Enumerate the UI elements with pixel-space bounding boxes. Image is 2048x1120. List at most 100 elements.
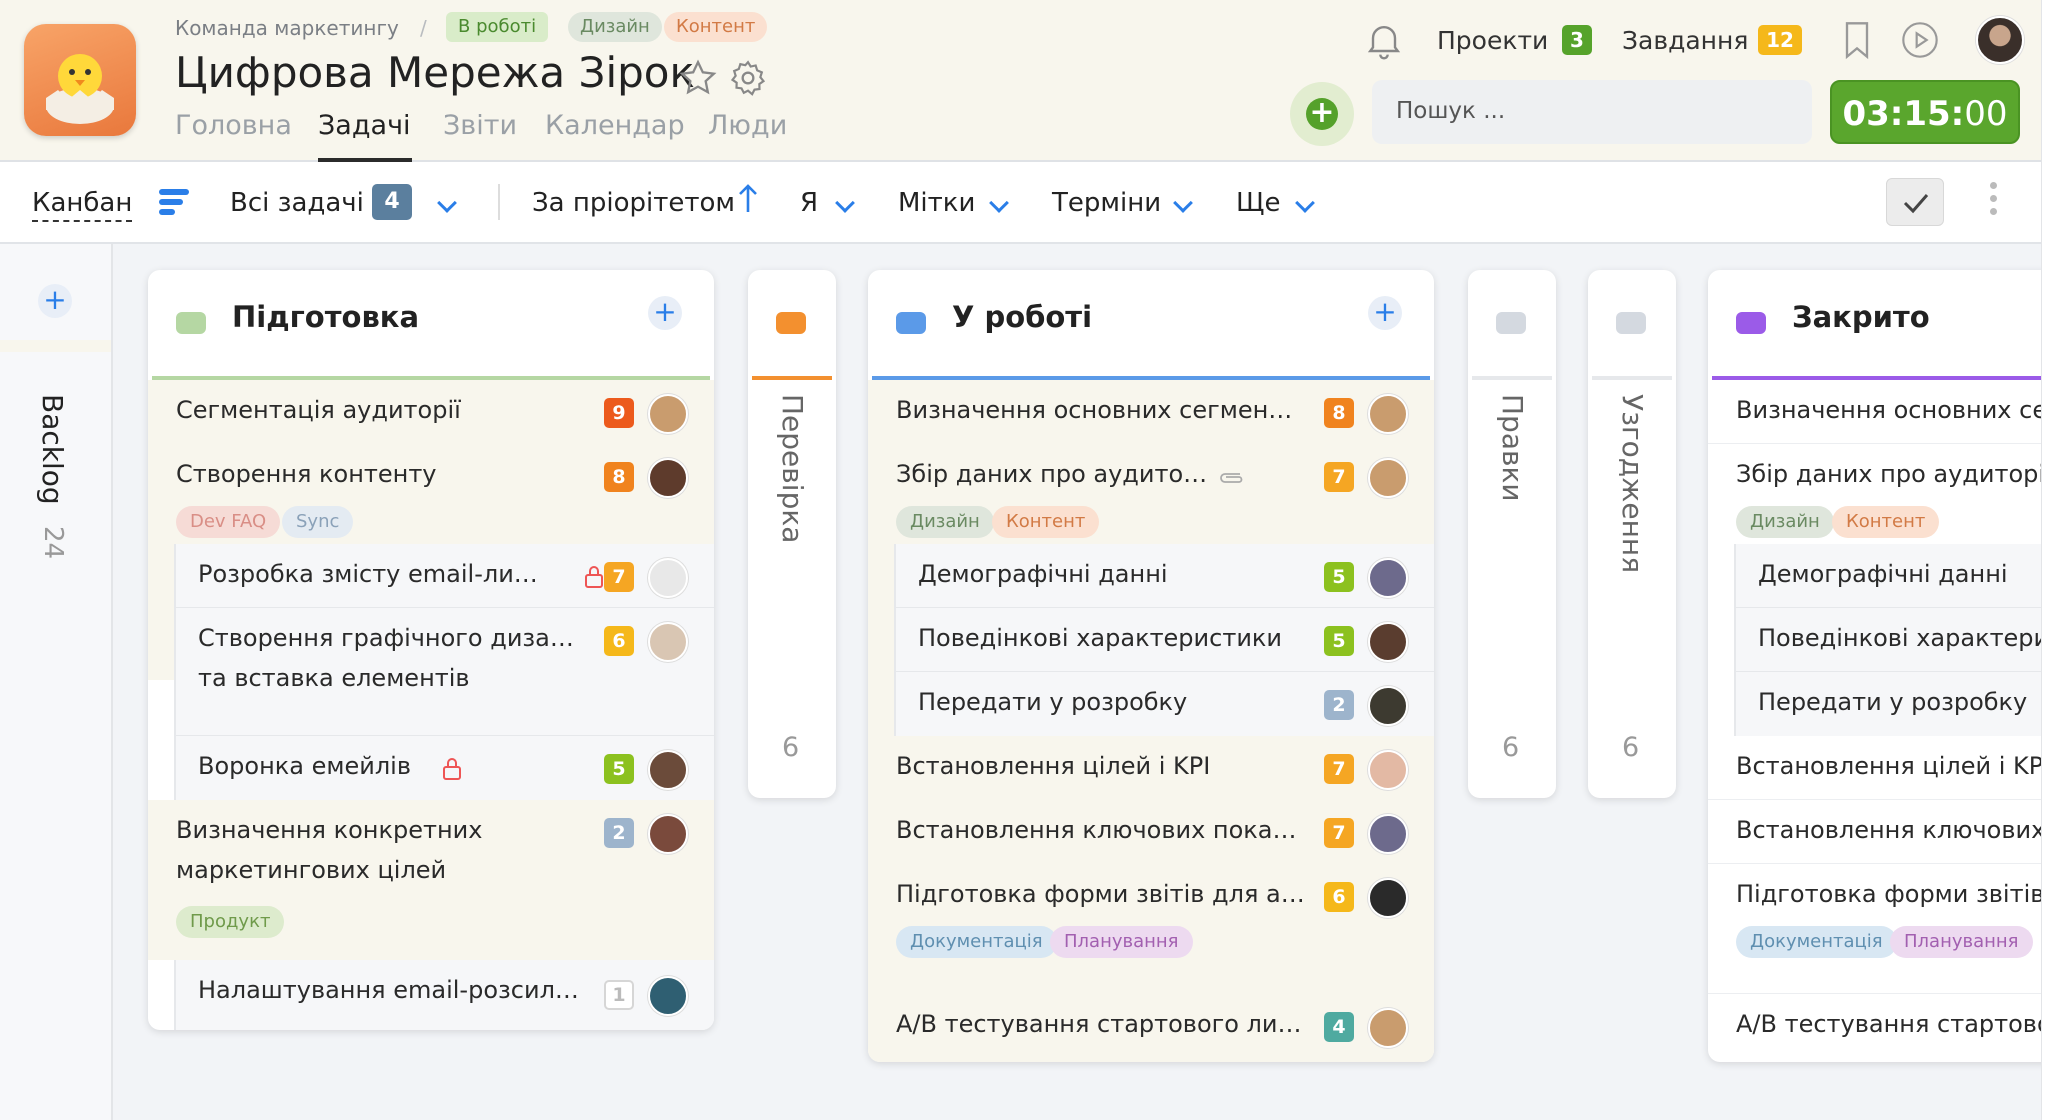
task-row[interactable]: Визначення основних сегм bbox=[1708, 380, 2041, 444]
add-backlog-button[interactable]: + bbox=[38, 284, 72, 318]
avatar[interactable] bbox=[648, 750, 688, 790]
timer[interactable]: 03:15:00 bbox=[1830, 80, 2020, 144]
avatar[interactable] bbox=[1368, 458, 1408, 498]
gear-icon[interactable] bbox=[728, 58, 768, 102]
subtask-row[interactable]: Налаштування email-розсилок... 1 bbox=[174, 960, 714, 1030]
task-row[interactable]: Встановлення ключових по bbox=[1708, 800, 2041, 864]
backlog-sidebar[interactable]: + Backlog 24 bbox=[0, 244, 113, 1120]
tag[interactable]: Планування bbox=[1890, 926, 2033, 958]
add-task-button[interactable]: + bbox=[648, 296, 682, 330]
task-row[interactable]: Створення контенту 8 Dev FAQ Sync bbox=[148, 444, 714, 554]
tag[interactable]: Продукт bbox=[176, 906, 285, 938]
tab-home[interactable]: Головна bbox=[175, 110, 292, 141]
more-vert-icon[interactable] bbox=[1990, 182, 1998, 215]
subtask-row[interactable]: Воронка емейлів 5 bbox=[174, 736, 714, 800]
tab-tasks[interactable]: Задачі bbox=[318, 110, 411, 141]
column-approval[interactable]: Узгодження 6 bbox=[1588, 270, 1676, 798]
avatar[interactable] bbox=[648, 458, 688, 498]
status-badge[interactable]: В роботі bbox=[446, 12, 549, 42]
task-row[interactable]: Визначення основних сегментів... 8 bbox=[868, 380, 1434, 444]
avatar[interactable] bbox=[648, 622, 688, 662]
search-input[interactable]: Пошук ... bbox=[1372, 80, 1812, 144]
subtask-row[interactable]: Передати у розробку bbox=[1734, 672, 2041, 736]
task-row[interactable]: Встановлення ключових показни... 7 bbox=[868, 800, 1434, 864]
subtask-row[interactable]: Поведінкові характерист bbox=[1734, 608, 2041, 672]
breadcrumb-team[interactable]: Команда маркетингу bbox=[175, 16, 399, 40]
filter-more[interactable]: Ще bbox=[1236, 188, 1280, 218]
task-row[interactable]: Підготовка форми звітів для анал... 6 До… bbox=[868, 864, 1434, 994]
filter-deadlines[interactable]: Терміни bbox=[1052, 188, 1161, 218]
subtask-row[interactable]: Розробка змісту email-листів 7 bbox=[174, 544, 714, 608]
avatar[interactable] bbox=[1368, 558, 1408, 598]
tag[interactable]: Документація bbox=[896, 926, 1057, 958]
star-icon[interactable] bbox=[678, 58, 718, 102]
play-icon[interactable] bbox=[1900, 20, 1940, 64]
projects-label[interactable]: Проекти bbox=[1437, 26, 1548, 55]
subtask-row[interactable]: Демографічні данні 5 bbox=[894, 544, 1434, 608]
task-row[interactable]: A/B тестування стартового bbox=[1708, 994, 2041, 1062]
priority-badge: 9 bbox=[604, 398, 634, 428]
avatar[interactable] bbox=[1368, 394, 1408, 434]
tag-content[interactable]: Контент bbox=[664, 12, 768, 42]
tab-reports[interactable]: Звіти bbox=[443, 110, 517, 141]
user-avatar[interactable] bbox=[1976, 16, 2024, 64]
column-review[interactable]: Перевірка 6 bbox=[748, 270, 836, 798]
chevron-down-icon[interactable] bbox=[437, 193, 457, 213]
task-row[interactable]: Збір даних про аудиторію Дизайн Контент bbox=[1708, 444, 2041, 554]
tag[interactable]: Дизайн bbox=[1736, 506, 1834, 538]
task-row[interactable]: Встановлення цілей і KPI 7 bbox=[868, 736, 1434, 800]
chevron-down-icon[interactable] bbox=[1295, 193, 1315, 213]
avatar[interactable] bbox=[1368, 878, 1408, 918]
bookmark-icon[interactable] bbox=[1840, 20, 1874, 64]
avatar[interactable] bbox=[1368, 1008, 1408, 1048]
avatar[interactable] bbox=[648, 394, 688, 434]
avatar[interactable] bbox=[648, 558, 688, 598]
filter-all-tasks[interactable]: Всі задачі bbox=[230, 188, 364, 218]
subtask-row[interactable]: Передати у розробку 2 bbox=[894, 672, 1434, 736]
tab-calendar[interactable]: Календар bbox=[545, 110, 685, 141]
avatar[interactable] bbox=[1368, 686, 1408, 726]
chevron-down-icon[interactable] bbox=[989, 193, 1009, 213]
avatar[interactable] bbox=[648, 976, 688, 1016]
filter-labels[interactable]: Мітки bbox=[898, 188, 975, 218]
tag[interactable]: Документація bbox=[1736, 926, 1897, 958]
add-button[interactable]: + bbox=[1290, 82, 1354, 146]
column-color bbox=[1736, 312, 1766, 334]
avatar[interactable] bbox=[1368, 622, 1408, 662]
avatar[interactable] bbox=[648, 814, 688, 854]
tab-people[interactable]: Люди bbox=[708, 110, 787, 141]
column-color bbox=[1616, 312, 1646, 334]
task-row[interactable]: A/B тестування стартового листа 4 bbox=[868, 994, 1434, 1062]
check-button[interactable] bbox=[1886, 178, 1944, 226]
tag[interactable]: Контент bbox=[1832, 506, 1940, 538]
column-edits[interactable]: Правки 6 bbox=[1468, 270, 1556, 798]
subtask-row[interactable]: Демографічні данні bbox=[1734, 544, 2041, 608]
avatar[interactable] bbox=[1368, 750, 1408, 790]
tag[interactable]: Дизайн bbox=[896, 506, 994, 538]
tag[interactable]: Dev FAQ bbox=[176, 506, 281, 538]
tag[interactable]: Sync bbox=[282, 506, 354, 538]
task-row[interactable]: Збір даних про аудиторію 7 Дизайн Контен… bbox=[868, 444, 1434, 554]
avatar[interactable] bbox=[1368, 814, 1408, 854]
filter-me[interactable]: Я bbox=[800, 188, 818, 218]
sort-priority[interactable]: За пріорітетом bbox=[532, 188, 735, 218]
task-row[interactable]: Визначення конкретних маркетингових ціле… bbox=[148, 800, 714, 960]
task-row[interactable]: Встановлення цілей і KPI bbox=[1708, 736, 2041, 800]
arrow-up-icon[interactable] bbox=[736, 182, 760, 220]
kanban-view-icon[interactable] bbox=[157, 186, 191, 224]
bell-icon[interactable] bbox=[1362, 18, 1406, 66]
chevron-down-icon[interactable] bbox=[1173, 193, 1193, 213]
view-switch-kanban[interactable]: Канбан bbox=[32, 188, 133, 222]
task-row[interactable]: Підготовка форми звітів дл Документація … bbox=[1708, 864, 2041, 994]
subtask-row[interactable]: Створення графічного дизайну та вставка … bbox=[174, 608, 714, 736]
tasks-label[interactable]: Завдання bbox=[1622, 26, 1748, 55]
add-task-button[interactable]: + bbox=[1368, 296, 1402, 330]
project-logo[interactable] bbox=[24, 24, 136, 136]
tag[interactable]: Контент bbox=[992, 506, 1100, 538]
chevron-down-icon[interactable] bbox=[835, 193, 855, 213]
tag-design[interactable]: Дизайн bbox=[568, 12, 662, 42]
subtask-row[interactable]: Поведінкові характеристики 5 bbox=[894, 608, 1434, 672]
task-row[interactable]: Сегментація аудиторії 9 bbox=[148, 380, 714, 444]
app-window: Команда маркетингу / В роботі Дизайн Кон… bbox=[0, 0, 2042, 1120]
tag[interactable]: Планування bbox=[1050, 926, 1193, 958]
